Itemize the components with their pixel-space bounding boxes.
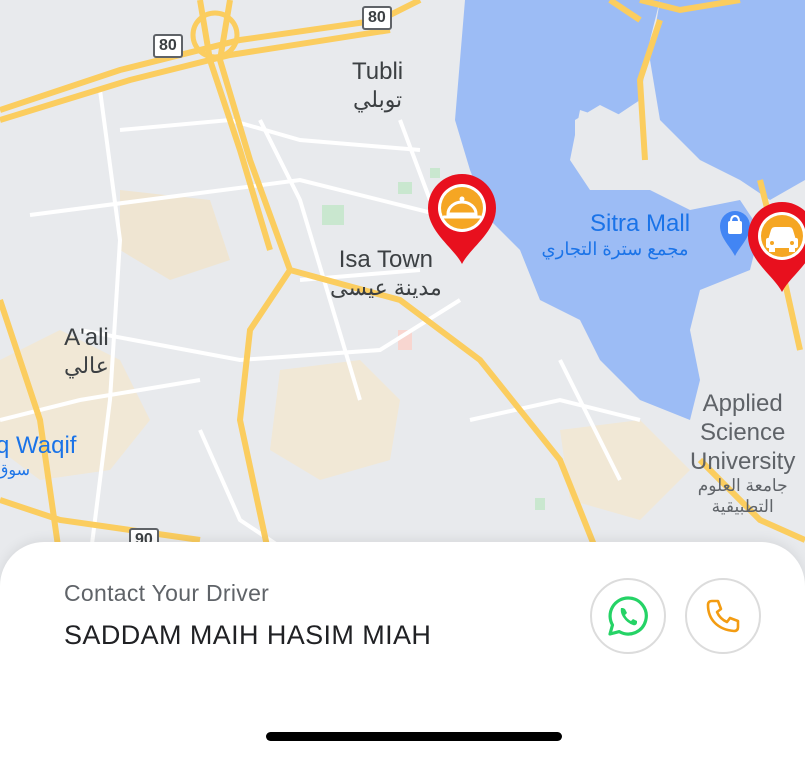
contact-title: Contact Your Driver bbox=[64, 580, 270, 606]
home-indicator[interactable] bbox=[266, 732, 562, 741]
place-name: Isa Town bbox=[338, 246, 433, 273]
place-label-isa-town: Isa Town مدينة عيسى bbox=[330, 246, 442, 301]
place-name: A'ali bbox=[64, 324, 109, 351]
place-name: Tubli bbox=[352, 58, 404, 85]
place-name-arabic: مدينة عيسى bbox=[330, 274, 442, 300]
place-name-arabic-1: جامعة العلوم bbox=[697, 476, 788, 496]
place-name: q Waqif bbox=[0, 432, 77, 459]
whatsapp-button[interactable] bbox=[590, 578, 666, 654]
phone-icon bbox=[706, 599, 740, 633]
place-name-line1: Applied bbox=[702, 390, 783, 417]
place-name-line3: University bbox=[690, 447, 796, 475]
map-view[interactable]: 80 80 90 Tubli توبلي Isa Town مدينة عيسى… bbox=[0, 0, 805, 560]
place-name-arabic: عالي bbox=[64, 352, 109, 378]
place-name-arabic-2: التطبيقية bbox=[711, 496, 774, 516]
place-name-arabic: مجمع سترة التجاري bbox=[541, 238, 689, 259]
place-name-line2: Science bbox=[699, 418, 786, 446]
place-label-souq-waqif: q Waqif سوق bbox=[0, 432, 76, 480]
place-name-arabic: توبلي bbox=[352, 86, 403, 112]
place-label-tubli: Tubli توبلي bbox=[352, 58, 403, 113]
place-label-aali: A'ali عالي bbox=[64, 324, 109, 379]
car-marker[interactable] bbox=[746, 202, 805, 294]
road-shield-80-north: 80 bbox=[362, 6, 392, 30]
whatsapp-icon bbox=[608, 596, 648, 636]
place-label-sitra-mall: Sitra Mall مجمع سترة التجاري bbox=[540, 210, 690, 260]
driver-contact-sheet: Contact Your Driver SADDAM MAIH HASIM MI… bbox=[0, 542, 805, 758]
road-shield-80-west: 80 bbox=[153, 34, 183, 58]
place-name-arabic: سوق bbox=[0, 461, 31, 479]
driver-name: SADDAM MAIH HASIM MIAH bbox=[64, 620, 432, 650]
restaurant-marker[interactable] bbox=[426, 174, 498, 266]
place-name: Sitra Mall bbox=[590, 210, 691, 237]
call-button[interactable] bbox=[685, 578, 761, 654]
place-label-applied-science-university: Applied Science University جامعة العلوم … bbox=[690, 390, 795, 517]
